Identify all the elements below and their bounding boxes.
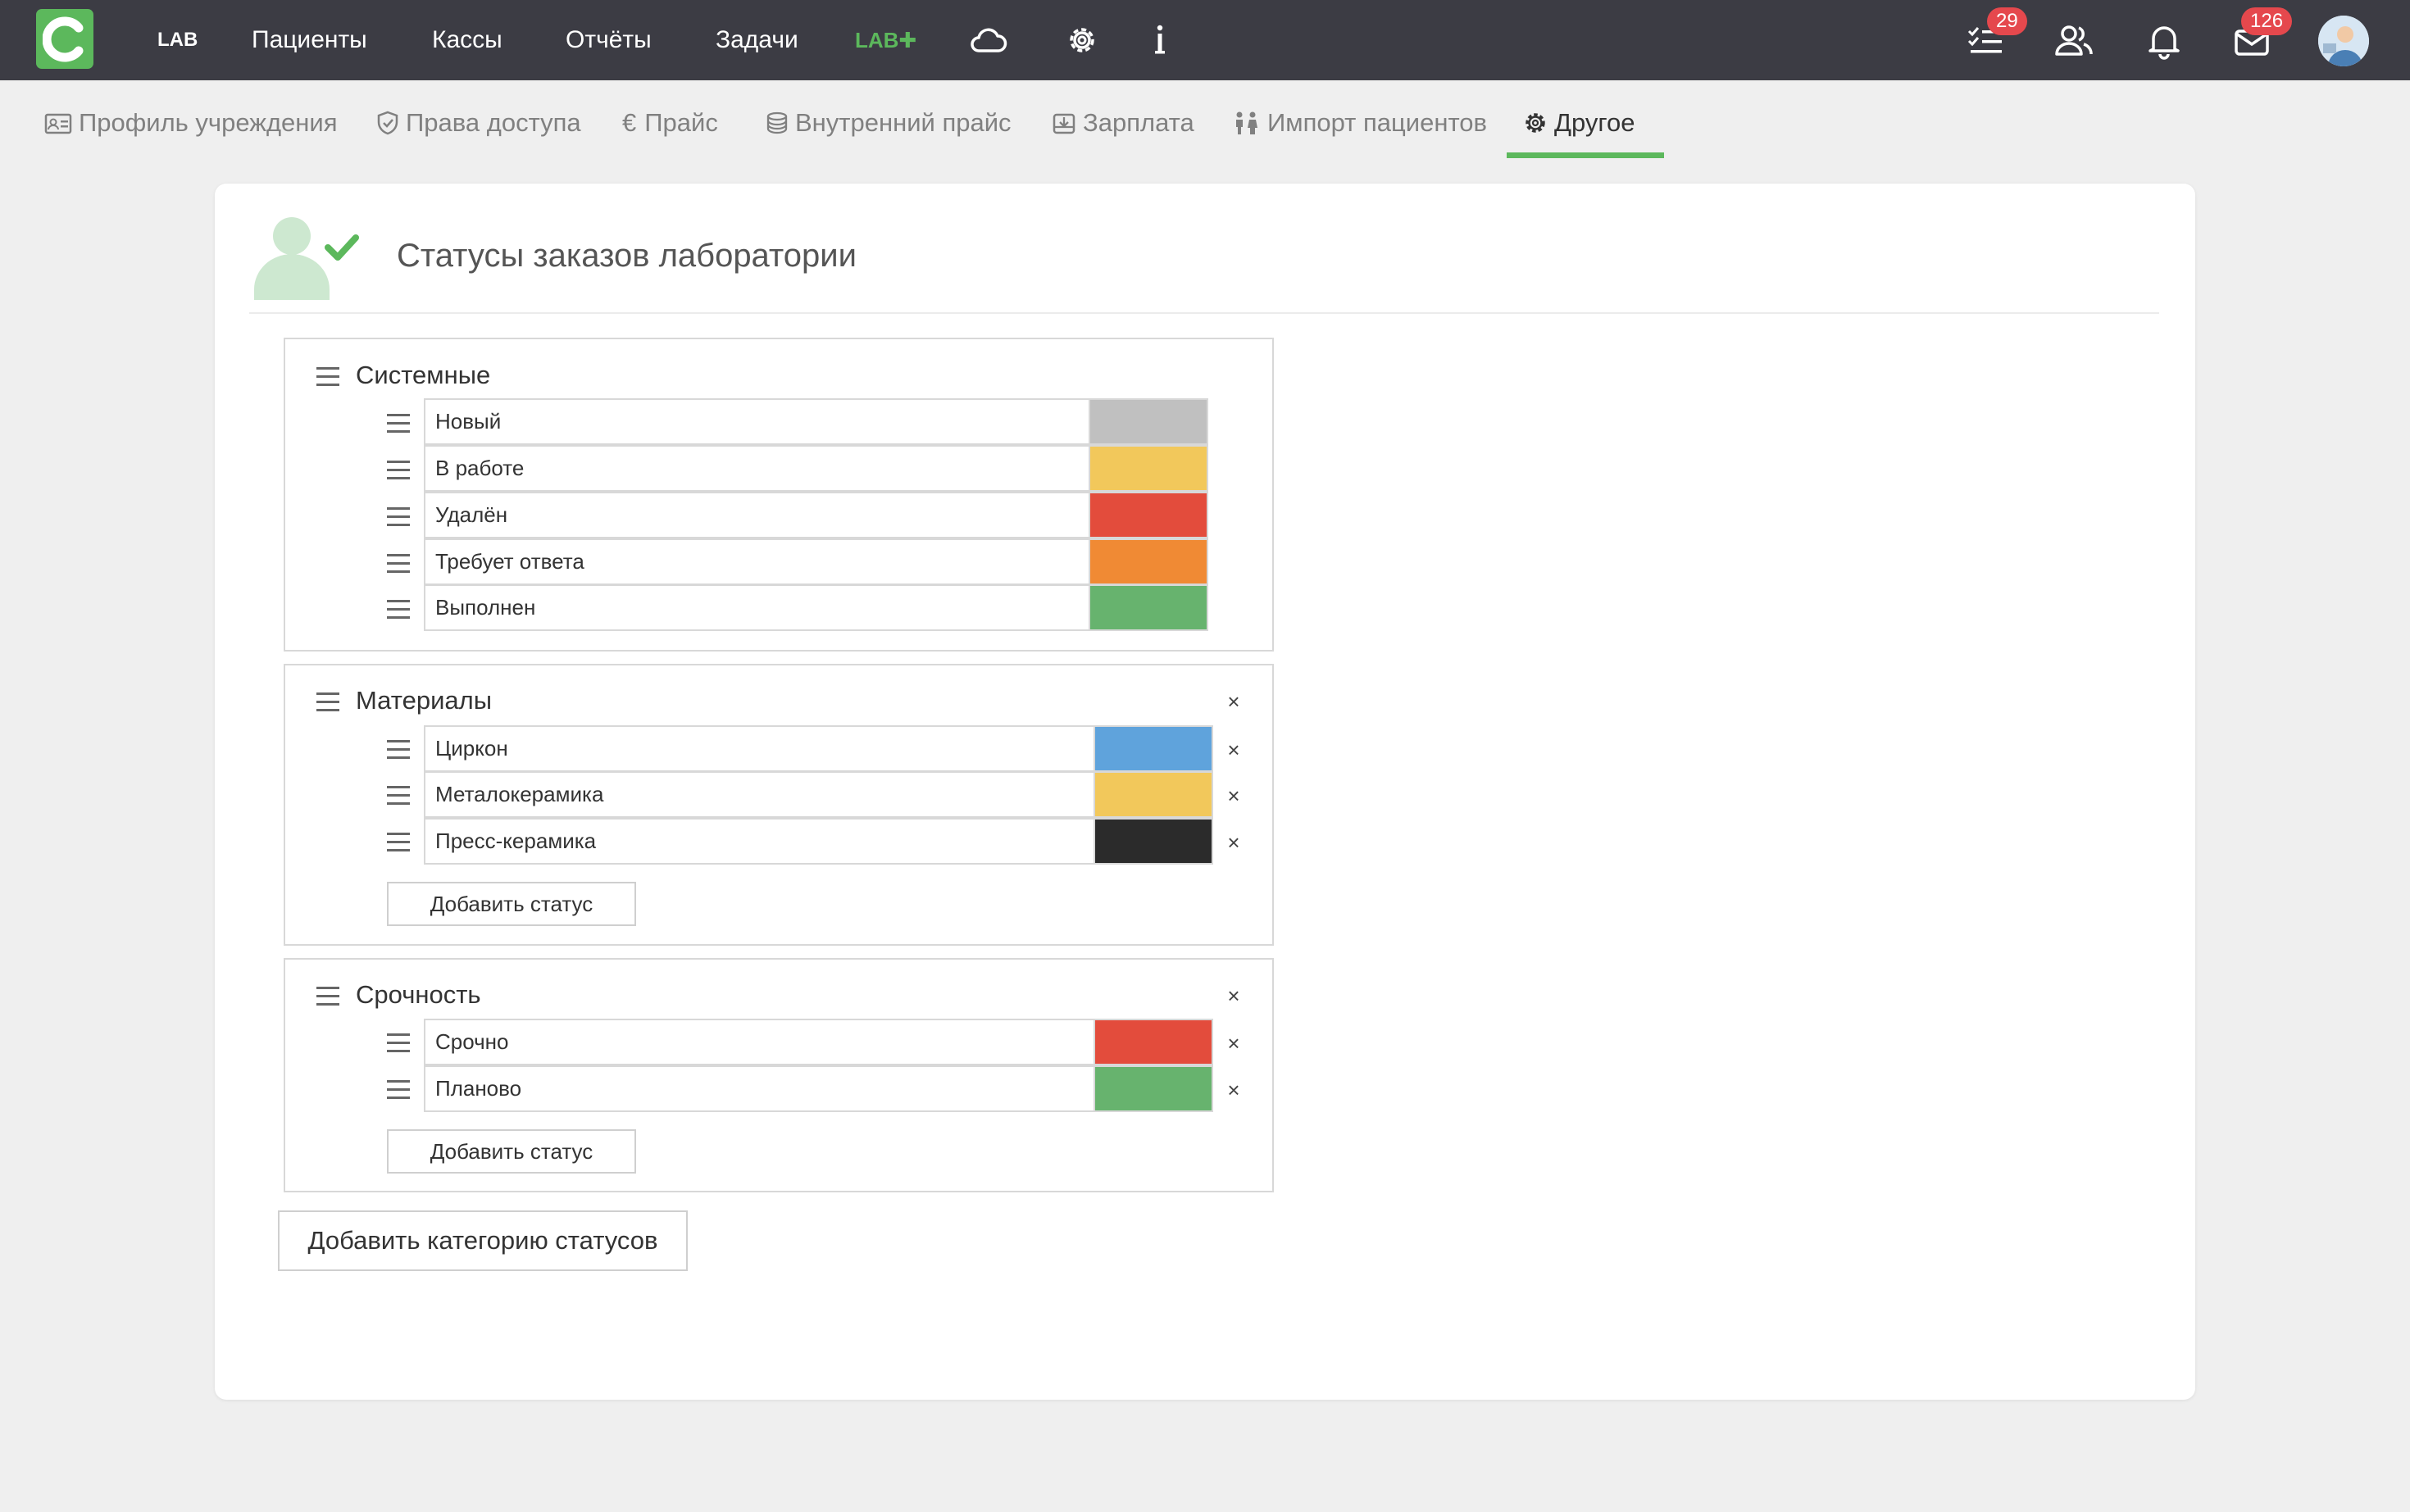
tab-price[interactable]: € Прайс <box>622 105 718 146</box>
status-color-swatch[interactable] <box>1094 1019 1213 1065</box>
remove-status-button[interactable]: × <box>1223 1078 1244 1102</box>
remove-group-button[interactable]: × <box>1223 689 1244 714</box>
cloud-icon[interactable] <box>967 20 1008 61</box>
tab-label: Профиль учреждения <box>79 108 338 137</box>
tab-label: Зарплата <box>1083 108 1194 137</box>
drag-handle-icon[interactable] <box>387 554 412 573</box>
status-color-swatch[interactable] <box>1094 725 1213 772</box>
status-name-field[interactable]: Новый <box>424 398 1090 445</box>
users-icon[interactable] <box>2053 20 2094 61</box>
active-tab-indicator <box>1507 152 1664 158</box>
tasks-count-badge: 29 <box>1987 7 2027 35</box>
euro-icon: € <box>622 108 637 137</box>
nav-reports[interactable]: Отчёты <box>566 0 652 80</box>
remove-status-button[interactable]: × <box>1223 1031 1244 1056</box>
nav-lab-plus[interactable]: LAB✚ <box>855 0 916 80</box>
drag-handle-icon[interactable] <box>387 414 412 433</box>
top-navigation-bar: LAB Пациенты Кассы Отчёты Задачи LAB✚ 29 <box>0 0 2410 80</box>
drag-handle-icon[interactable] <box>316 692 341 711</box>
drag-handle-icon[interactable] <box>316 987 341 1006</box>
drag-handle-icon[interactable] <box>316 367 341 386</box>
nav-cashboxes[interactable]: Кассы <box>432 0 502 80</box>
drag-handle-icon[interactable] <box>387 786 412 805</box>
status-name-field[interactable]: Срочно <box>424 1019 1095 1065</box>
tab-other[interactable]: Другое <box>1523 105 1635 146</box>
status-color-swatch[interactable] <box>1094 1065 1213 1112</box>
info-icon[interactable] <box>1139 20 1180 61</box>
drag-handle-icon[interactable] <box>387 507 412 526</box>
drag-handle-icon[interactable] <box>387 1080 412 1099</box>
tab-institution-profile[interactable]: Профиль учреждения <box>44 105 338 146</box>
status-name-field[interactable]: Требует ответа <box>424 538 1090 585</box>
tab-access-rights[interactable]: Права доступа <box>376 105 581 146</box>
remove-status-button[interactable]: × <box>1223 738 1244 762</box>
add-status-category-button[interactable]: Добавить категорию статусов <box>278 1210 688 1271</box>
people-icon <box>1236 111 1257 134</box>
nav-patients[interactable]: Пациенты <box>252 0 367 80</box>
status-color-swatch[interactable] <box>1089 584 1208 631</box>
status-color-swatch[interactable] <box>1094 771 1213 818</box>
status-name-field[interactable]: Металокерамика <box>424 771 1095 818</box>
group-title: Срочность <box>356 980 481 1009</box>
settings-gear-icon[interactable] <box>1062 20 1103 61</box>
nav-tasks[interactable]: Задачи <box>716 0 798 80</box>
add-status-button[interactable]: Добавить статус <box>387 882 636 926</box>
coins-icon <box>766 111 788 134</box>
remove-status-button[interactable]: × <box>1223 830 1244 855</box>
wallet-icon <box>1053 113 1075 134</box>
status-name-field[interactable]: Удалён <box>424 492 1090 538</box>
status-color-swatch[interactable] <box>1089 538 1208 585</box>
remove-group-button[interactable]: × <box>1223 983 1244 1008</box>
tab-label: Прайс <box>644 108 718 137</box>
status-name-field[interactable]: В работе <box>424 445 1090 492</box>
status-name-field[interactable]: Пресс-керамика <box>424 818 1095 865</box>
app-logo[interactable] <box>36 9 93 69</box>
page-title: Статусы заказов лаборатории <box>397 238 857 274</box>
tab-label: Другое <box>1554 108 1635 137</box>
tab-label: Импорт пациентов <box>1267 108 1488 137</box>
remove-status-button[interactable]: × <box>1223 783 1244 808</box>
group-title: Системные <box>356 361 491 389</box>
shield-icon <box>377 111 398 135</box>
status-color-swatch[interactable] <box>1089 445 1208 492</box>
tab-internal-price[interactable]: Внутренний прайс <box>764 105 1012 146</box>
divider <box>249 312 2159 314</box>
status-color-swatch[interactable] <box>1089 492 1208 538</box>
drag-handle-icon[interactable] <box>387 600 412 619</box>
status-color-swatch[interactable] <box>1094 818 1213 865</box>
user-check-icon <box>254 217 359 300</box>
bell-icon[interactable] <box>2144 20 2185 61</box>
tab-import-patients[interactable]: Импорт пациентов <box>1231 105 1487 146</box>
gear-icon <box>1526 113 1545 133</box>
status-name-field[interactable]: Циркон <box>424 725 1095 772</box>
status-color-swatch[interactable] <box>1089 398 1208 445</box>
tab-salary[interactable]: Зарплата <box>1052 105 1194 146</box>
tab-label: Внутренний прайс <box>795 108 1012 137</box>
mail-count-badge: 126 <box>2241 7 2293 35</box>
add-status-button[interactable]: Добавить статус <box>387 1129 636 1174</box>
id-card-icon <box>44 113 72 134</box>
drag-handle-icon[interactable] <box>387 1033 412 1052</box>
drag-handle-icon[interactable] <box>387 740 412 759</box>
drag-handle-icon[interactable] <box>387 461 412 479</box>
status-name-field[interactable]: Планово <box>424 1065 1095 1112</box>
nav-lab[interactable]: LAB <box>157 0 198 80</box>
group-title: Материалы <box>356 686 492 715</box>
drag-handle-icon[interactable] <box>387 833 412 851</box>
status-name-field[interactable]: Выполнен <box>424 584 1090 631</box>
user-avatar[interactable] <box>2318 16 2369 66</box>
tab-label: Права доступа <box>406 108 581 137</box>
